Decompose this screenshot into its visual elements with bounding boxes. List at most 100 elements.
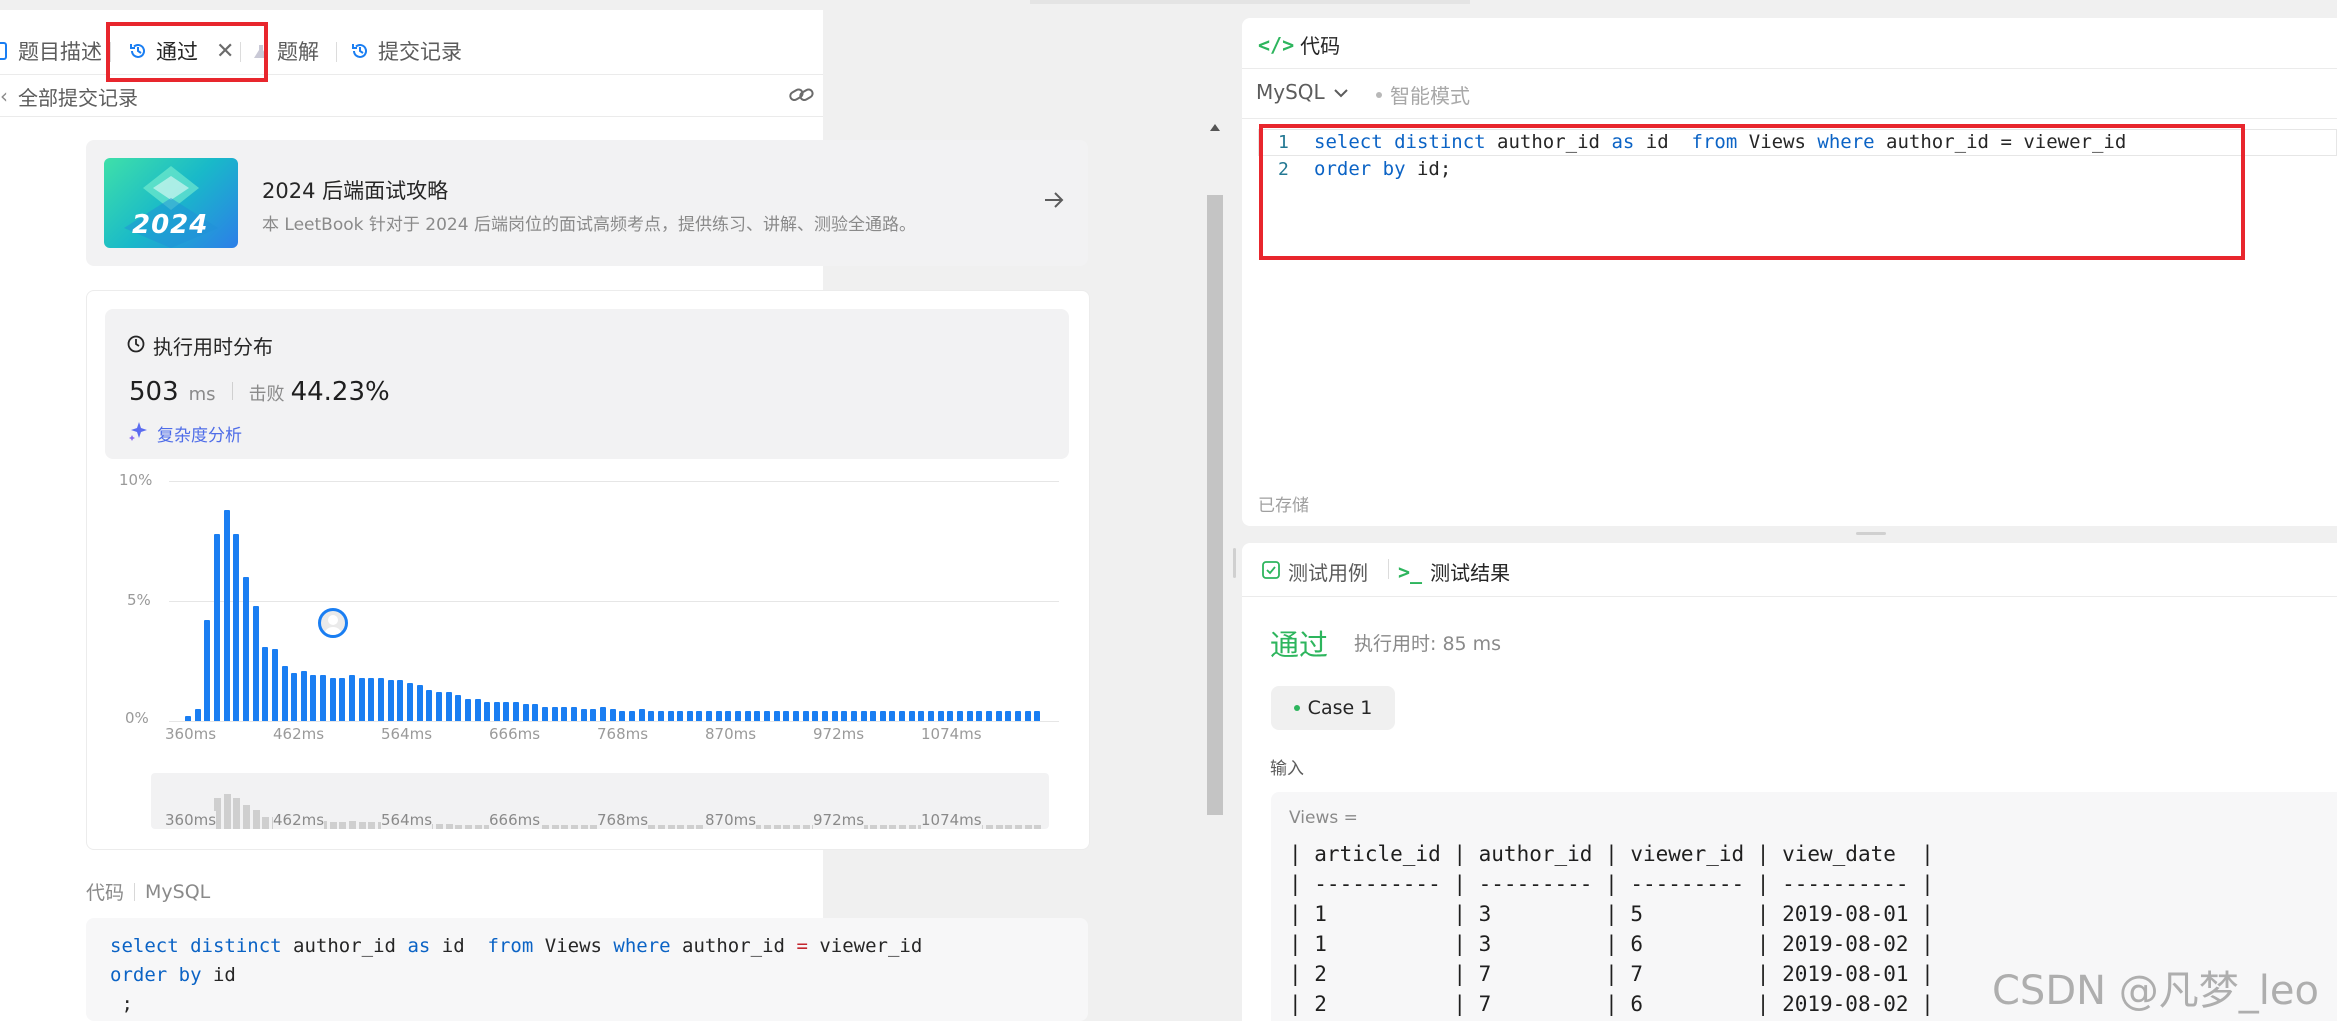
horizontal-resize-handle[interactable] bbox=[1233, 548, 1236, 578]
all-submissions-link[interactable]: ‹ 全部提交记录 bbox=[0, 80, 138, 112]
runtime-bar[interactable] bbox=[735, 711, 742, 721]
runtime-bar[interactable] bbox=[204, 620, 211, 721]
runtime-bar[interactable] bbox=[783, 711, 790, 721]
vertical-resize-handle[interactable] bbox=[1856, 532, 1886, 535]
runtime-bar[interactable] bbox=[985, 711, 992, 721]
runtime-bar[interactable] bbox=[300, 670, 307, 721]
runtime-bar[interactable] bbox=[928, 711, 935, 721]
runtime-bar[interactable] bbox=[821, 711, 828, 721]
runtime-bar[interactable] bbox=[281, 665, 288, 721]
complexity-analysis-link[interactable]: 复杂度分析 bbox=[129, 421, 242, 446]
runtime-bar[interactable] bbox=[696, 711, 703, 721]
runtime-bar[interactable] bbox=[841, 711, 848, 721]
runtime-bar[interactable] bbox=[879, 711, 886, 721]
runtime-bar[interactable] bbox=[484, 701, 491, 721]
runtime-bar[interactable] bbox=[638, 709, 645, 721]
runtime-bar[interactable] bbox=[464, 699, 471, 721]
runtime-bar[interactable] bbox=[667, 711, 674, 721]
runtime-bar[interactable] bbox=[378, 677, 384, 721]
runtime-bar[interactable] bbox=[918, 711, 925, 721]
runtime-bar[interactable] bbox=[850, 711, 857, 721]
runtime-bar[interactable] bbox=[725, 711, 732, 721]
runtime-bar[interactable] bbox=[397, 680, 404, 721]
tab-description[interactable]: 题目描述 bbox=[0, 36, 102, 66]
runtime-bar[interactable] bbox=[213, 533, 220, 721]
runtime-bar[interactable] bbox=[561, 706, 568, 721]
runtime-bar[interactable] bbox=[628, 711, 635, 721]
runtime-bar[interactable] bbox=[522, 704, 529, 721]
runtime-bar[interactable] bbox=[252, 605, 259, 721]
runtime-bar[interactable] bbox=[474, 699, 481, 721]
runtime-bar[interactable] bbox=[899, 711, 906, 721]
runtime-bar[interactable] bbox=[262, 646, 269, 721]
runtime-bar[interactable] bbox=[648, 711, 655, 721]
my-submission-avatar[interactable] bbox=[317, 607, 348, 638]
runtime-bar[interactable] bbox=[619, 711, 626, 721]
runtime-bar[interactable] bbox=[320, 675, 327, 721]
runtime-bar[interactable] bbox=[542, 706, 549, 721]
runtime-bar[interactable] bbox=[764, 711, 770, 721]
runtime-bar[interactable] bbox=[329, 677, 336, 721]
runtime-bar[interactable] bbox=[358, 677, 365, 721]
runtime-bar[interactable] bbox=[744, 711, 751, 721]
runtime-bar[interactable] bbox=[339, 677, 346, 721]
runtime-bar[interactable] bbox=[445, 692, 452, 721]
runtime-bar[interactable] bbox=[590, 709, 597, 721]
smart-mode-toggle[interactable]: 智能模式 bbox=[1376, 80, 1470, 109]
runtime-bar[interactable] bbox=[233, 533, 240, 721]
scroll-up-arrow[interactable] bbox=[1210, 124, 1220, 131]
runtime-bar[interactable] bbox=[773, 711, 780, 721]
runtime-bar[interactable] bbox=[686, 711, 693, 721]
runtime-bar[interactable] bbox=[493, 701, 500, 721]
case-1-chip[interactable]: Case 1 bbox=[1271, 686, 1395, 730]
runtime-bar[interactable] bbox=[937, 711, 944, 721]
tab-test-result[interactable]: >_ 测试结果 bbox=[1398, 557, 1510, 586]
runtime-bar[interactable] bbox=[1024, 711, 1031, 721]
runtime-bar[interactable] bbox=[1014, 711, 1021, 721]
runtime-bar[interactable] bbox=[416, 685, 423, 721]
runtime-bar[interactable] bbox=[908, 711, 915, 721]
tab-submissions[interactable]: 提交记录 bbox=[350, 36, 462, 66]
runtime-bar[interactable] bbox=[870, 711, 877, 721]
runtime-bar[interactable] bbox=[426, 689, 433, 721]
runtime-bar[interactable] bbox=[599, 706, 606, 721]
runtime-bar[interactable] bbox=[677, 711, 684, 721]
runtime-bar[interactable] bbox=[349, 675, 356, 721]
runtime-bar[interactable] bbox=[551, 706, 558, 721]
left-scrollbar-thumb[interactable] bbox=[1207, 195, 1223, 815]
runtime-bar[interactable] bbox=[368, 677, 375, 721]
runtime-bar[interactable] bbox=[435, 692, 442, 721]
runtime-bar[interactable] bbox=[387, 680, 394, 721]
language-select[interactable]: MySQL bbox=[1256, 80, 1349, 104]
runtime-bar[interactable] bbox=[995, 711, 1002, 721]
runtime-bar[interactable] bbox=[291, 673, 298, 721]
runtime-bar[interactable] bbox=[812, 711, 819, 721]
runtime-bar[interactable] bbox=[947, 711, 954, 721]
promo-card[interactable]: 2024 2024 后端面试攻略 本 LeetBook 针对于 2024 后端岗… bbox=[86, 140, 1088, 266]
runtime-bar[interactable] bbox=[1034, 711, 1041, 721]
runtime-bar[interactable] bbox=[503, 701, 510, 721]
tab-test-cases[interactable]: 测试用例 bbox=[1262, 557, 1368, 586]
runtime-bar[interactable] bbox=[1005, 711, 1012, 721]
runtime-bar[interactable] bbox=[976, 711, 983, 721]
runtime-bar[interactable] bbox=[754, 711, 761, 721]
runtime-bar[interactable] bbox=[657, 711, 664, 721]
runtime-bar[interactable] bbox=[455, 694, 462, 721]
runtime-bar[interactable] bbox=[706, 711, 713, 721]
share-link-icon[interactable] bbox=[788, 83, 816, 111]
runtime-bar[interactable] bbox=[513, 701, 520, 721]
runtime-bar[interactable] bbox=[715, 711, 722, 721]
runtime-bar[interactable] bbox=[532, 704, 539, 721]
runtime-bar[interactable] bbox=[185, 716, 191, 721]
runtime-bar[interactable] bbox=[406, 682, 413, 721]
runtime-bar[interactable] bbox=[957, 711, 963, 721]
runtime-bar[interactable] bbox=[223, 509, 230, 721]
arrow-right-icon[interactable] bbox=[1042, 188, 1066, 216]
runtime-bar[interactable] bbox=[609, 709, 616, 721]
runtime-bar[interactable] bbox=[831, 711, 838, 721]
runtime-bar[interactable] bbox=[889, 711, 896, 721]
runtime-bar[interactable] bbox=[571, 706, 577, 721]
range-brush[interactable]: 360ms 462ms 564ms 666ms 768ms 870ms 972ms 1074m… bbox=[151, 773, 1049, 829]
runtime-bar[interactable] bbox=[194, 709, 201, 721]
runtime-bar[interactable] bbox=[242, 577, 249, 721]
